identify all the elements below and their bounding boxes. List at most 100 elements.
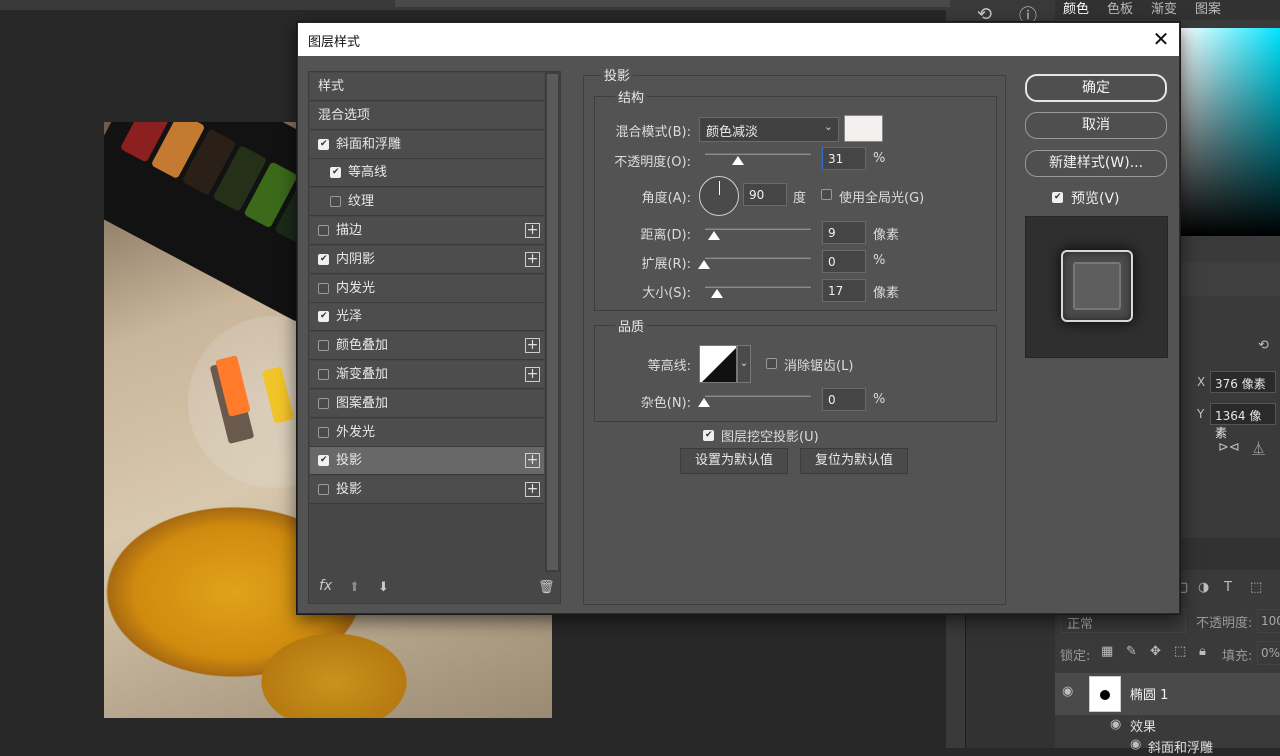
y-field[interactable]: 1364 像素 [1210, 403, 1276, 440]
spread-field[interactable]: 0 [822, 250, 866, 273]
contour-picker[interactable] [699, 345, 737, 383]
size-field[interactable]: 17 [822, 279, 866, 302]
style-row[interactable]: 混合选项 [310, 101, 544, 130]
opacity-slider-knob[interactable] [732, 156, 744, 165]
blend-mode-select[interactable]: 颜色减淡 ⌄ [699, 117, 839, 142]
antialias-label[interactable]: 消除锯齿(L) [784, 355, 853, 374]
filter-type-icon[interactable]: T [1224, 580, 1232, 595]
knockout-label[interactable]: 图层挖空投影(U) [721, 426, 819, 445]
add-effect-icon[interactable]: + [525, 482, 540, 498]
set-default-button[interactable]: 设置为默认值 [680, 448, 788, 474]
add-effect-icon[interactable]: + [525, 453, 540, 469]
add-effect-icon[interactable]: + [525, 251, 540, 267]
style-row[interactable]: 投影 + [310, 476, 544, 505]
style-checkbox[interactable] [318, 225, 329, 236]
arrow-down-icon[interactable]: ⬇ [378, 580, 389, 595]
color-picker-field[interactable] [1180, 28, 1280, 236]
filter-adjust-icon[interactable]: ◑ [1198, 580, 1209, 595]
angle-field[interactable]: 90 [743, 183, 787, 206]
style-row[interactable]: 斜面和浮雕 [310, 130, 544, 159]
fill-field[interactable]: 0% [1257, 641, 1280, 665]
preview-checkbox[interactable] [1052, 192, 1063, 203]
angle-dial[interactable] [699, 176, 739, 216]
style-checkbox[interactable] [318, 455, 329, 467]
shadow-color-swatch[interactable] [844, 115, 883, 142]
preview-label[interactable]: 预览(V) [1071, 188, 1120, 208]
layer-opacity-field[interactable]: 100 [1257, 609, 1280, 633]
lock-transparency-icon[interactable]: ▦ [1101, 644, 1113, 659]
add-effect-icon[interactable]: + [525, 338, 540, 354]
lock-all-icon[interactable]: 🔒︎ [1199, 644, 1206, 659]
style-row[interactable]: 描边 + [310, 217, 544, 245]
close-button[interactable]: ✕ [1146, 26, 1176, 54]
style-row[interactable]: 投影 + [310, 447, 544, 476]
tab-patterns[interactable]: 图案 [1195, 0, 1221, 17]
styles-scrollbar-thumb[interactable] [547, 74, 558, 570]
layer-name[interactable]: 椭圆 1 [1130, 684, 1168, 703]
knockout-checkbox[interactable] [703, 430, 714, 441]
ok-button[interactable]: 确定 [1025, 74, 1167, 102]
noise-field[interactable]: 0 [822, 388, 866, 411]
antialias-checkbox[interactable] [766, 358, 777, 369]
tab-swatches[interactable]: 色板 [1107, 0, 1133, 17]
style-row[interactable]: 内发光 [310, 274, 544, 303]
trash-icon[interactable]: 🗑︎ [538, 580, 555, 595]
global-light-label[interactable]: 使用全局光(G) [839, 187, 924, 206]
spread-slider-knob[interactable] [698, 260, 710, 269]
tab-gradients[interactable]: 渐变 [1151, 0, 1177, 17]
lock-artboard-icon[interactable]: ⬚ [1174, 644, 1186, 659]
style-checkbox[interactable] [318, 282, 329, 294]
size-slider-track[interactable] [705, 286, 811, 288]
opacity-field[interactable]: 31 [822, 147, 866, 170]
noise-slider-knob[interactable] [698, 398, 710, 407]
noise-slider-track[interactable] [705, 395, 811, 397]
flip-vertical-icon[interactable]: ⏅ [1252, 438, 1265, 457]
distance-field[interactable]: 9 [822, 221, 866, 244]
style-checkbox[interactable] [318, 311, 329, 323]
style-row[interactable]: 渐变叠加 + [310, 361, 544, 389]
style-checkbox[interactable] [318, 253, 329, 265]
style-row[interactable]: 纹理 [310, 188, 544, 217]
x-field[interactable]: 376 像素 [1210, 371, 1276, 393]
style-checkbox[interactable] [318, 340, 329, 352]
new-style-button[interactable]: 新建样式(W)... [1025, 150, 1167, 177]
style-row[interactable]: 光泽 [310, 303, 544, 332]
style-row[interactable]: 等高线 [310, 159, 544, 188]
style-checkbox[interactable] [330, 196, 341, 208]
distance-slider-knob[interactable] [708, 231, 720, 240]
dialog-titlebar[interactable]: 图层样式 ✕ [298, 23, 1179, 56]
global-light-checkbox[interactable] [821, 189, 832, 200]
style-checkbox[interactable] [330, 167, 341, 179]
style-checkbox[interactable] [318, 426, 329, 438]
flip-horizontal-icon[interactable]: ⊳⊲ [1218, 440, 1240, 455]
reset-default-button[interactable]: 复位为默认值 [800, 448, 908, 474]
style-checkbox[interactable] [318, 369, 329, 380]
layer-row[interactable]: ◉ 椭圆 1 [1055, 673, 1280, 715]
size-slider-knob[interactable] [711, 289, 723, 298]
lock-move-icon[interactable]: ✥ [1150, 644, 1161, 659]
style-row[interactable]: 样式 [310, 73, 544, 101]
tab-color[interactable]: 颜色 [1063, 0, 1089, 17]
visibility-eye-icon[interactable]: ◉ [1062, 684, 1073, 699]
reset-icon[interactable]: ⟲ [1258, 338, 1269, 353]
style-checkbox[interactable] [318, 397, 329, 409]
contour-dropdown-icon[interactable]: ⌄ [737, 345, 751, 383]
style-row[interactable]: 外发光 [310, 418, 544, 447]
spread-slider-track[interactable] [705, 257, 811, 259]
add-effect-icon[interactable]: + [525, 367, 540, 382]
arrow-up-icon[interactable]: ⬆ [349, 580, 360, 595]
add-effect-icon[interactable]: + [525, 223, 540, 238]
cancel-button[interactable]: 取消 [1025, 112, 1167, 139]
fx-menu-button[interactable]: fx [319, 578, 332, 594]
effects-eye-icon[interactable]: ◉ [1110, 717, 1121, 732]
sub-effect-eye-icon[interactable]: ◉ [1130, 737, 1141, 752]
opacity-slider-track[interactable] [705, 153, 811, 155]
lock-paint-icon[interactable]: ✎ [1126, 644, 1137, 659]
filter-shape-icon[interactable]: ⬚ [1250, 580, 1262, 595]
distance-slider-track[interactable] [705, 228, 811, 230]
style-row[interactable]: 颜色叠加 + [310, 332, 544, 361]
style-checkbox[interactable] [318, 138, 329, 150]
style-checkbox[interactable] [318, 484, 329, 496]
style-row[interactable]: 图案叠加 [310, 389, 544, 418]
style-row[interactable]: 内阴影 + [310, 245, 544, 274]
